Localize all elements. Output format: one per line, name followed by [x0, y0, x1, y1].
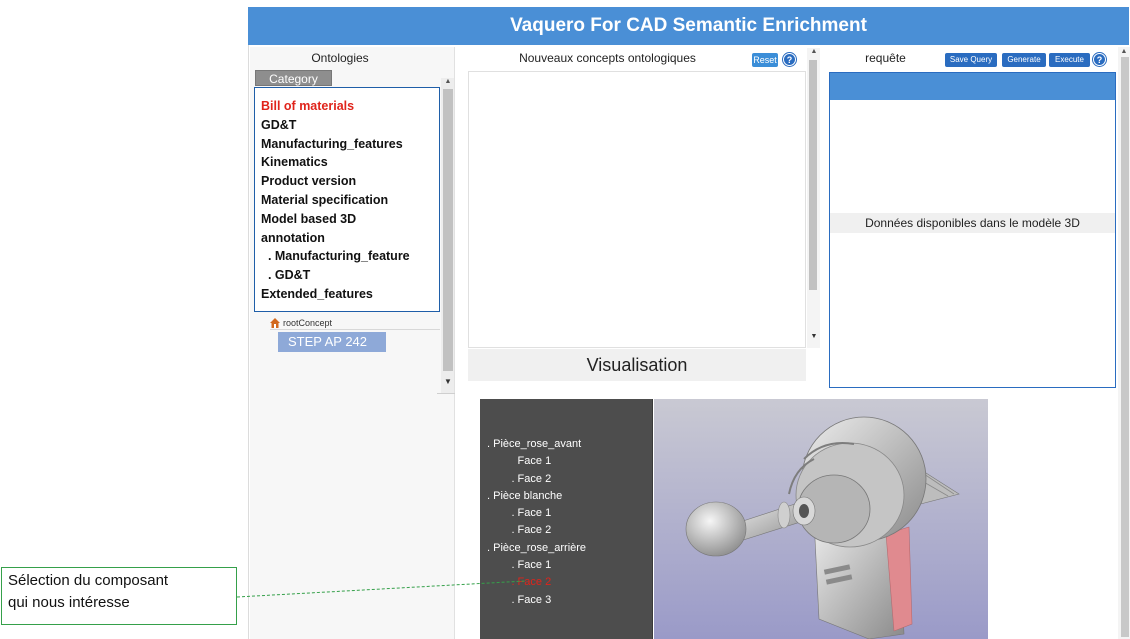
app-title-bar: Vaquero For CAD Semantic Enrichment: [248, 7, 1129, 45]
help-icon[interactable]: ?: [1093, 53, 1106, 66]
step-ap242-node[interactable]: STEP AP 242: [278, 332, 386, 352]
tree-item[interactable]: . Pièce_rose_arrière: [487, 540, 586, 557]
app-window: Vaquero For CAD Semantic Enrichment Onto…: [0, 0, 1130, 639]
category-tab[interactable]: Category: [255, 70, 332, 86]
category-item[interactable]: Manufacturing_features: [261, 135, 439, 154]
category-item[interactable]: . Manufacturing_feature: [261, 247, 439, 266]
tree-item[interactable]: . Pièce_rose_avant: [487, 436, 586, 453]
generate-button[interactable]: Generate: [1002, 53, 1046, 67]
execute-button[interactable]: Execute: [1049, 53, 1090, 67]
root-concept-row[interactable]: rootConcept: [270, 316, 440, 330]
category-item[interactable]: GD&T: [261, 116, 439, 135]
ontologies-scroll-thumb[interactable]: [443, 89, 453, 371]
query-input-bar[interactable]: [830, 73, 1115, 100]
reset-button[interactable]: Reset: [752, 53, 778, 67]
concepts-scroll-thumb[interactable]: [809, 60, 817, 290]
category-list: Bill of materials GD&T Manufacturing_featu…: [254, 87, 440, 312]
category-item[interactable]: . GD&T: [261, 266, 439, 285]
new-concepts-area: [468, 71, 806, 348]
root-concept-label: rootConcept: [283, 317, 333, 328]
tree-item[interactable]: . Pièce blanche: [487, 488, 586, 505]
scroll-arrow-down-icon[interactable]: ▼: [809, 333, 819, 340]
callout-line-1: Sélection du composant: [8, 572, 169, 589]
tree-item[interactable]: . Face 2: [487, 471, 586, 488]
visualisation-title: Visualisation: [468, 349, 806, 381]
available-data-label: Données disponibles dans le modèle 3D: [830, 213, 1115, 233]
category-item[interactable]: Model based 3D: [261, 210, 439, 229]
divider: [437, 393, 455, 394]
tree-item[interactable]: . Face 1: [487, 557, 586, 574]
new-concepts-title: Nouveaux concepts ontologiques: [519, 51, 696, 65]
callout-leader-line: [237, 580, 526, 598]
page-scroll-thumb[interactable]: [1121, 57, 1129, 637]
app-title: Vaquero For CAD Semantic Enrichment: [510, 15, 867, 36]
cad-3d-view[interactable]: [654, 399, 988, 639]
category-item[interactable]: annotation: [261, 229, 439, 248]
category-item[interactable]: Extended_features: [261, 285, 439, 304]
category-item[interactable]: Product version: [261, 172, 439, 191]
category-item[interactable]: Bill of materials: [261, 97, 439, 116]
annotation-callout: Sélection du composant qui nous intéress…: [1, 567, 237, 625]
tree-item[interactable]: . Face 1: [487, 505, 586, 522]
ontologies-title: Ontologies: [311, 51, 369, 65]
save-query-button[interactable]: Save Query: [945, 53, 997, 67]
query-title: requête: [865, 51, 906, 65]
category-item[interactable]: Material specification: [261, 191, 439, 210]
help-icon[interactable]: ?: [783, 53, 796, 66]
home-icon: [270, 317, 280, 328]
scroll-arrow-up-icon[interactable]: ▲: [1119, 48, 1129, 55]
tree-item[interactable]: Face 1: [487, 453, 586, 470]
category-item[interactable]: Kinematics: [261, 153, 439, 172]
scroll-arrow-up-icon[interactable]: ▲: [809, 48, 819, 55]
callout-line-2: qui nous intéresse: [8, 594, 130, 611]
scroll-arrow-up-icon[interactable]: ▲: [443, 78, 453, 85]
tree-item[interactable]: . Face 2: [487, 522, 586, 539]
scroll-arrow-down-icon[interactable]: ▼: [443, 377, 453, 386]
